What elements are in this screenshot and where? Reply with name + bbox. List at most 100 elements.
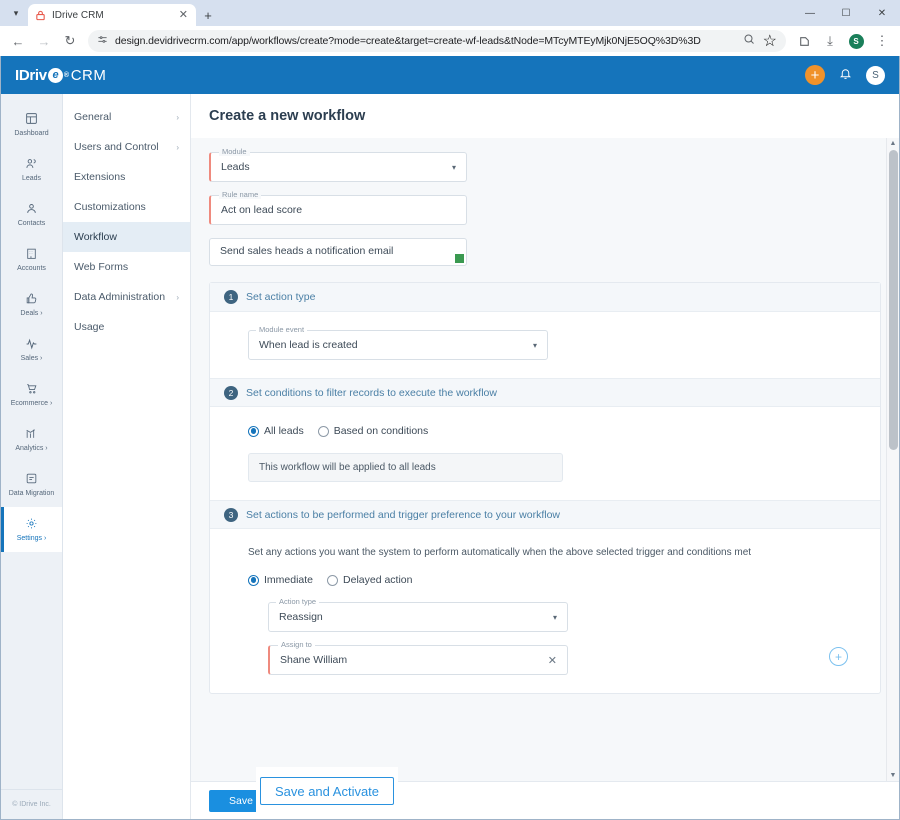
submenu-item-workflow[interactable]: Workflow	[63, 222, 190, 252]
action-type-field[interactable]: Action type Reassign ▾	[268, 602, 568, 632]
back-icon[interactable]: ←	[6, 29, 30, 53]
module-field[interactable]: Module Leads ▾	[209, 152, 467, 182]
radio-label: All leads	[264, 425, 304, 437]
submenu-label: Web Forms	[74, 261, 128, 273]
page-title: Create a new workflow	[209, 108, 365, 124]
form-action-bar: Save Cancel Save and Activate	[191, 781, 899, 819]
window-controls: — ☐ ✕	[792, 0, 900, 26]
leads-icon	[25, 157, 38, 172]
submenu-item-data-administration[interactable]: Data Administration ›	[63, 282, 190, 312]
radio-dot-icon[interactable]	[248, 426, 259, 437]
save-and-activate-button[interactable]: Save and Activate	[260, 777, 394, 805]
minimize-icon[interactable]: —	[792, 0, 828, 26]
assign-to-field[interactable]: Assign to Shane William ✕	[268, 645, 568, 675]
rule-name-input[interactable]: Rule name Act on lead score	[209, 195, 467, 225]
radio-dot-icon[interactable]	[248, 575, 259, 586]
scroll-down-icon[interactable]: ▼	[887, 770, 899, 781]
sidebar-label: Ecommerce ›	[11, 400, 53, 408]
download-icon[interactable]: ⤓	[818, 29, 842, 53]
submenu-label: Workflow	[74, 231, 117, 243]
forward-icon[interactable]: →	[32, 29, 56, 53]
submenu-item-general[interactable]: General ›	[63, 102, 190, 132]
sidebar-item-accounts[interactable]: Accounts	[1, 237, 62, 282]
chevron-down-icon[interactable]: ▾	[533, 341, 537, 350]
idrive-crm-logo[interactable]: IDrive®CRM	[15, 67, 106, 84]
new-tab-button[interactable]: +	[196, 4, 220, 26]
description-value: Send sales heads a notification email	[220, 245, 393, 257]
sidebar-item-data-migration[interactable]: Data Migration	[1, 462, 62, 507]
sidebar-label: Analytics ›	[15, 445, 47, 453]
submenu-item-users-and-control[interactable]: Users and Control ›	[63, 132, 190, 162]
sidebar-item-dashboard[interactable]: Dashboard	[1, 102, 62, 147]
sidebar-label: Sales ›	[21, 355, 43, 363]
page-header: Create a new workflow	[191, 94, 899, 138]
chevron-down-icon[interactable]: ▾	[553, 613, 557, 622]
user-avatar[interactable]: S	[866, 66, 885, 85]
chevron-down-icon[interactable]: ▾	[452, 163, 456, 172]
tab-close-icon[interactable]: ✕	[177, 10, 190, 21]
action-type-select[interactable]: Action type Reassign ▾	[268, 602, 568, 632]
submenu-item-extensions[interactable]: Extensions	[63, 162, 190, 192]
submenu-item-customizations[interactable]: Customizations	[63, 192, 190, 222]
site-settings-icon[interactable]	[97, 32, 108, 50]
browser-tab[interactable]: IDrive CRM ✕	[28, 4, 196, 26]
scrollbar-thumb[interactable]	[889, 150, 898, 450]
browser-profile-avatar[interactable]: S	[844, 29, 868, 53]
tab-strip: ▾ IDrive CRM ✕ + — ☐ ✕	[0, 0, 900, 26]
sidebar-item-leads[interactable]: Leads	[1, 147, 62, 192]
zoom-icon[interactable]	[743, 32, 755, 50]
logo-e-mark: e	[48, 68, 63, 83]
clear-assignee-icon[interactable]: ✕	[548, 654, 557, 667]
assign-to-input[interactable]: Assign to Shane William ✕	[268, 645, 568, 675]
dashboard-icon	[25, 112, 38, 127]
radio-immediate[interactable]: Immediate	[248, 574, 313, 586]
analytics-chart-icon	[25, 427, 38, 442]
accounts-icon	[25, 247, 38, 262]
radio-delayed-action[interactable]: Delayed action	[327, 574, 412, 586]
maximize-icon[interactable]: ☐	[828, 0, 864, 26]
module-label: Module	[219, 147, 250, 156]
step-1-header: 1 Set action type	[210, 283, 880, 312]
resize-handle-icon[interactable]	[455, 254, 464, 263]
radio-based-on-conditions[interactable]: Based on conditions	[318, 425, 429, 437]
condition-radio-group: All leads Based on conditions	[248, 425, 866, 437]
content-scrollbar[interactable]: ▲ ▼	[886, 138, 899, 781]
browser-menu-icon[interactable]: ⋮	[870, 29, 894, 53]
sidebar-item-analytics[interactable]: Analytics ›	[1, 417, 62, 462]
logo-crm-text: CRM	[71, 67, 107, 84]
sidebar-item-sales[interactable]: Sales ›	[1, 327, 62, 372]
sidebar-item-deals[interactable]: Deals ›	[1, 282, 62, 327]
scroll-up-icon[interactable]: ▲	[887, 138, 899, 149]
module-event-select[interactable]: Module event When lead is created ▾	[248, 330, 548, 360]
module-select[interactable]: Module Leads ▾	[209, 152, 467, 182]
sidebar-item-contacts[interactable]: Contacts	[1, 192, 62, 237]
action-type-label: Action type	[276, 597, 319, 606]
reload-icon[interactable]: ↻	[58, 29, 82, 53]
address-bar[interactable]: design.devidrivecrm.com/app/workflows/cr…	[88, 30, 786, 52]
tab-search-icon[interactable]: ▾	[4, 0, 28, 26]
radio-all-leads[interactable]: All leads	[248, 425, 304, 437]
sidebar-item-ecommerce[interactable]: Ecommerce ›	[1, 372, 62, 417]
submenu-item-web-forms[interactable]: Web Forms	[63, 252, 190, 282]
description-textarea[interactable]: Send sales heads a notification email	[209, 238, 467, 266]
rule-name-field[interactable]: Rule name Act on lead score	[209, 195, 467, 225]
workflow-form-scroll[interactable]: Module Leads ▾ Rule name Act on lead sco…	[191, 138, 899, 781]
radio-dot-icon[interactable]	[327, 575, 338, 586]
submenu-item-usage[interactable]: Usage	[63, 312, 190, 342]
chevron-right-icon: ›	[176, 113, 179, 122]
quick-add-button[interactable]: +	[805, 65, 825, 85]
app-header: IDrive®CRM + S	[1, 56, 899, 94]
sidebar-label: Deals ›	[20, 310, 42, 318]
notification-bell-icon[interactable]	[839, 67, 852, 83]
sidebar-item-settings[interactable]: Settings ›	[1, 507, 62, 552]
crm-application: IDrive®CRM + S	[0, 56, 900, 820]
radio-dot-icon[interactable]	[318, 426, 329, 437]
primary-sidebar: Dashboard Leads Contacts	[1, 94, 63, 819]
close-window-icon[interactable]: ✕	[864, 0, 900, 26]
step-2-body: All leads Based on conditions This workf…	[210, 407, 880, 500]
add-action-button[interactable]: +	[829, 647, 848, 666]
extensions-icon[interactable]	[792, 29, 816, 53]
module-event-field[interactable]: Module event When lead is created ▾	[248, 330, 548, 360]
condition-info-box: This workflow will be applied to all lea…	[248, 453, 563, 482]
bookmark-star-icon[interactable]: ☆	[763, 31, 777, 51]
